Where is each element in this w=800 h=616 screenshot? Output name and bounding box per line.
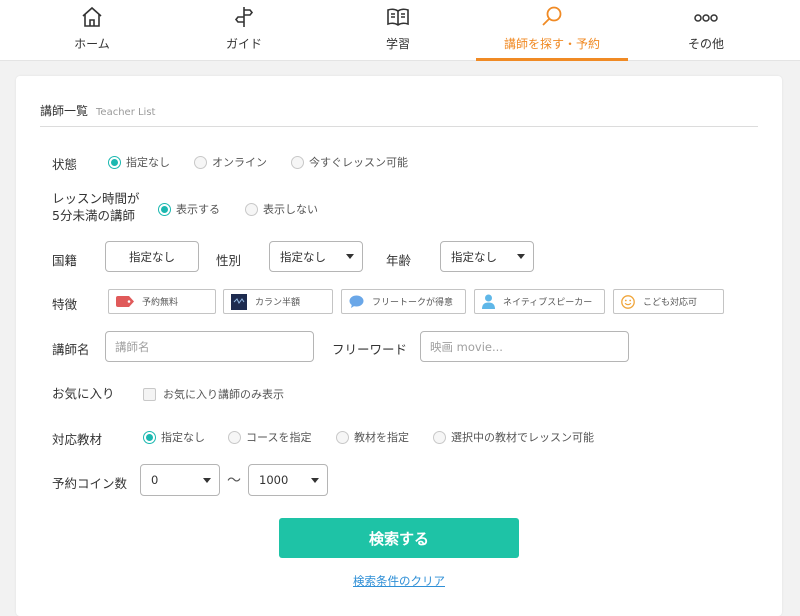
feature-tag-native-speaker[interactable]: ネイティブスピーカー — [474, 289, 605, 314]
coins-label: 予約コイン数 — [52, 476, 128, 491]
status-label: 状態 — [52, 157, 78, 172]
nav-label-other: その他 — [687, 37, 724, 51]
favorite-label: お気に入り — [52, 386, 115, 401]
section-title-text: 講師一覧 — [40, 104, 89, 118]
range-separator: 〜 — [227, 473, 241, 489]
material-option-course[interactable]: コースを指定 — [228, 429, 311, 445]
radio-button[interactable] — [245, 202, 258, 216]
book-icon — [387, 8, 409, 26]
status-option-available-now[interactable]: 今すぐレッスン可能 — [291, 154, 408, 170]
speech-bubble-icon — [349, 295, 364, 308]
feature-tag-free-talk[interactable]: フリートークが得意 — [341, 289, 466, 314]
radio-button[interactable] — [336, 430, 349, 444]
material-option-any[interactable]: 指定なし — [143, 429, 205, 445]
radio-button[interactable] — [228, 430, 241, 444]
coins-max-select[interactable]: 1000 — [248, 464, 328, 496]
nav-item-home[interactable]: ホーム — [16, 0, 168, 61]
radio-button[interactable] — [158, 202, 171, 216]
chevron-down-icon — [346, 254, 354, 259]
teacher-name-input[interactable]: 講師名 — [105, 331, 314, 362]
gender-label: 性別 — [216, 253, 242, 268]
nationality-label: 国籍 — [52, 253, 78, 268]
clear-conditions-link: 検索条件のクリア — [16, 573, 782, 589]
short-lesson-label: レッスン時間が 5分未満の講師 — [52, 191, 140, 223]
chevron-down-icon — [517, 254, 525, 259]
more-dots-icon — [694, 14, 718, 22]
age-label: 年齢 — [386, 253, 412, 268]
free-word-label: フリーワード — [332, 342, 408, 357]
short-lesson-option-show[interactable]: 表示する — [158, 201, 220, 217]
nav-label-study: 学習 — [385, 37, 410, 51]
short-lesson-option-hide[interactable]: 表示しない — [245, 201, 318, 217]
top-navigation: ホーム ガイド 学習 講師を探す・予約 その他 — [0, 0, 800, 61]
gender-select[interactable]: 指定なし — [269, 241, 363, 272]
section-title: 講師一覧 Teacher List — [40, 102, 155, 119]
search-icon — [542, 6, 562, 26]
nav-item-other[interactable]: その他 — [630, 0, 782, 61]
section-subtitle: Teacher List — [96, 107, 156, 118]
nav-item-study[interactable]: 学習 — [322, 0, 474, 61]
feature-tag-callan-half-price[interactable]: カラン半額 — [223, 289, 333, 314]
material-option-selected-material[interactable]: 選択中の教材でレッスン可能 — [433, 429, 594, 445]
radio-button[interactable] — [108, 155, 121, 169]
nav-label-guide: ガイド — [225, 37, 262, 51]
checkbox-box[interactable] — [143, 387, 156, 401]
search-button[interactable]: 検索する — [279, 518, 519, 558]
radio-button[interactable] — [433, 430, 446, 444]
ticket-icon — [116, 296, 134, 307]
smiley-icon — [621, 294, 635, 309]
nav-item-find-teacher[interactable]: 講師を探す・予約 — [476, 0, 628, 61]
status-option-online[interactable]: オンライン — [194, 154, 267, 170]
callan-icon — [231, 293, 247, 310]
teacher-search-card: 講師一覧 Teacher List 状態 指定なし オンライン 今すぐレッスン可能… — [16, 76, 782, 616]
nav-item-guide[interactable]: ガイド — [168, 0, 320, 61]
nav-label-find-teacher: 講師を探す・予約 — [503, 37, 600, 51]
home-icon — [82, 6, 102, 27]
status-option-any[interactable]: 指定なし — [108, 154, 170, 170]
material-label: 対応教材 — [52, 432, 103, 447]
title-divider — [40, 126, 758, 127]
free-word-input[interactable]: 映画 movie... — [420, 331, 629, 362]
radio-button[interactable] — [194, 155, 207, 169]
radio-button[interactable] — [143, 430, 156, 444]
teacher-name-label: 講師名 — [52, 342, 90, 357]
nationality-button[interactable]: 指定なし — [105, 241, 199, 272]
nav-label-home: ホーム — [74, 37, 110, 51]
coins-min-select[interactable]: 0 — [140, 464, 220, 496]
radio-button[interactable] — [291, 155, 304, 169]
features-label: 特徴 — [52, 297, 78, 312]
favorite-only-checkbox[interactable]: お気に入り講師のみ表示 — [143, 386, 284, 402]
signpost-icon — [234, 7, 254, 27]
feature-tag-kids-ok[interactable]: こども対応可 — [613, 289, 724, 314]
person-icon — [482, 294, 495, 309]
chevron-down-icon — [311, 477, 319, 483]
active-tab-indicator — [476, 58, 628, 61]
clear-conditions-link-text[interactable]: 検索条件のクリア — [353, 574, 445, 588]
age-select[interactable]: 指定なし — [440, 241, 534, 272]
material-option-textbook[interactable]: 教材を指定 — [336, 429, 409, 445]
feature-tag-free-booking[interactable]: 予約無料 — [108, 289, 216, 314]
chevron-down-icon — [203, 477, 211, 483]
